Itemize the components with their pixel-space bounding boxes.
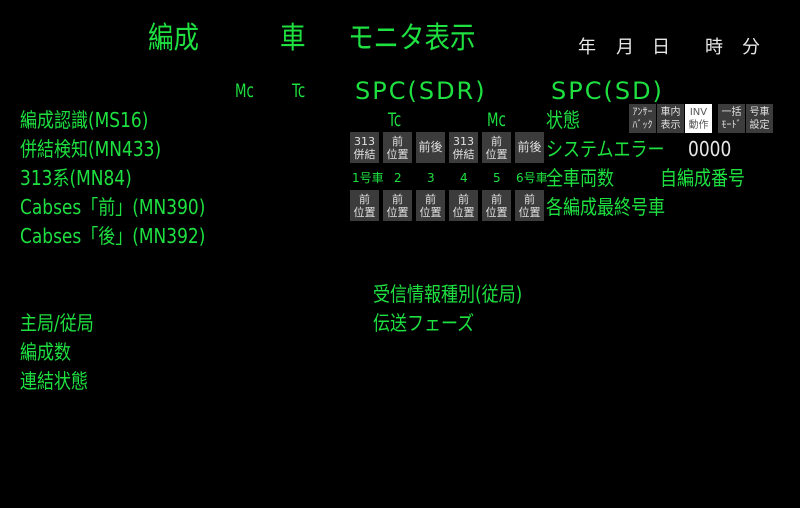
button-313-coupling-2[interactable]: 313 併結 — [449, 132, 478, 163]
car-number-5: 5 — [493, 171, 501, 185]
button-label: 設定 — [749, 119, 770, 131]
answer-back-button[interactable]: ｱﾝｻｰ ﾊﾞｯｸ — [629, 104, 656, 133]
button-label: 一括 — [721, 106, 742, 118]
button-label: 前 — [392, 192, 403, 206]
button-label: 前 — [458, 192, 469, 206]
button-label: 位置 — [353, 205, 376, 219]
button-label: 前 — [524, 192, 535, 206]
batch-mode-button[interactable]: 一括 ﾓｰﾄﾞ — [718, 104, 745, 133]
button-label: ﾊﾞｯｸ — [632, 119, 653, 131]
title-car: 車 — [280, 21, 306, 56]
label-state: 状態 — [546, 108, 580, 132]
label-transmission-phase: 伝送フェーズ — [373, 311, 475, 335]
title-monitor: モニタ表示 — [348, 21, 476, 56]
button-label: 前 — [491, 134, 502, 148]
button-label: 位置 — [485, 147, 508, 161]
button-front-rear-1[interactable]: 前後 — [416, 132, 445, 163]
car-number-3: 3 — [427, 171, 435, 185]
button-car1-front-position[interactable]: 前位置 — [350, 190, 379, 221]
car-number-6: 6号車 — [516, 171, 548, 185]
inv-operation-button[interactable]: INV 動作 — [685, 104, 712, 133]
date-year: 年 — [578, 37, 596, 58]
car-number-2: 2 — [394, 171, 402, 185]
button-label: 位置 — [452, 205, 475, 219]
car-number-1: 1号車 — [352, 171, 384, 185]
button-car2-front-position[interactable]: 前位置 — [383, 190, 412, 221]
label-cabses-front: Cabses「前」(MN390) — [20, 195, 206, 219]
time-hour: 時 — [705, 37, 723, 58]
header-tc: Tc — [292, 80, 306, 102]
label-master-slave: 主局/従局 — [20, 311, 94, 335]
button-label: 位置 — [518, 205, 541, 219]
button-label: 313 — [453, 134, 474, 148]
header-mc: Mc — [235, 80, 254, 102]
label-formation-count: 編成数 — [20, 340, 71, 364]
label-coupling-state: 連結状態 — [20, 369, 88, 393]
car-number-setting-button[interactable]: 号車 設定 — [746, 104, 773, 133]
button-label: 動作 — [688, 119, 709, 131]
label-coupling-detection: 併結検知(MN433) — [20, 137, 162, 161]
time-minute: 分 — [742, 37, 760, 58]
label-system-error: システムエラー — [546, 137, 665, 161]
button-label: 位置 — [386, 205, 409, 219]
title-formation: 編成 — [148, 21, 199, 56]
button-label: 前 — [491, 192, 502, 206]
button-label: 車内 — [660, 106, 681, 118]
button-label: 前後 — [517, 140, 542, 154]
label-last-car: 各編成最終号車 — [546, 195, 665, 219]
header-spc-sdr: SPC(SDR) — [355, 77, 487, 105]
button-label: 位置 — [386, 147, 409, 161]
button-label: INV — [689, 106, 708, 118]
button-label: ｱﾝｻｰ — [632, 106, 653, 118]
header-spc-sd: SPC(SD) — [551, 77, 664, 105]
button-label: 併結 — [353, 147, 376, 161]
button-front-position-1[interactable]: 前位置 — [383, 132, 412, 163]
button-label: 表示 — [660, 119, 681, 131]
button-front-rear-2[interactable]: 前後 — [515, 132, 544, 163]
button-label: ﾓｰﾄﾞ — [721, 119, 742, 131]
button-label: 前後 — [418, 140, 443, 154]
date-day: 日 — [652, 37, 670, 58]
button-label: 前 — [392, 134, 403, 148]
button-car3-front-position[interactable]: 前位置 — [416, 190, 445, 221]
button-label: 位置 — [419, 205, 442, 219]
button-label: 号車 — [749, 106, 770, 118]
label-own-formation-number: 自編成番号 — [660, 166, 745, 190]
car-label-mc: Mc — [487, 109, 506, 131]
button-313-coupling-1[interactable]: 313 併結 — [350, 132, 379, 163]
button-label: 313 — [354, 134, 375, 148]
label-total-cars: 全車両数 — [546, 166, 614, 190]
button-car5-front-position[interactable]: 前位置 — [482, 190, 511, 221]
button-front-position-2[interactable]: 前位置 — [482, 132, 511, 163]
car-label-tc: Tc — [388, 109, 402, 131]
button-label: 併結 — [452, 147, 475, 161]
label-313-series: 313系(MN84) — [20, 166, 132, 190]
button-label: 位置 — [485, 205, 508, 219]
car-number-4: 4 — [460, 171, 468, 185]
date-month: 月 — [616, 37, 634, 58]
in-car-display-button[interactable]: 車内 表示 — [657, 104, 684, 133]
label-cabses-rear: Cabses「後」(MN392) — [20, 224, 206, 248]
button-label: 前 — [425, 192, 436, 206]
button-car4-front-position[interactable]: 前位置 — [449, 190, 478, 221]
label-formation-recognition: 編成認識(MS16) — [20, 108, 149, 132]
label-rx-info-type: 受信情報種別(従局) — [373, 282, 523, 306]
button-car6-front-position[interactable]: 前位置 — [515, 190, 544, 221]
button-label: 前 — [359, 192, 370, 206]
system-error-value: 0000 — [688, 137, 732, 161]
